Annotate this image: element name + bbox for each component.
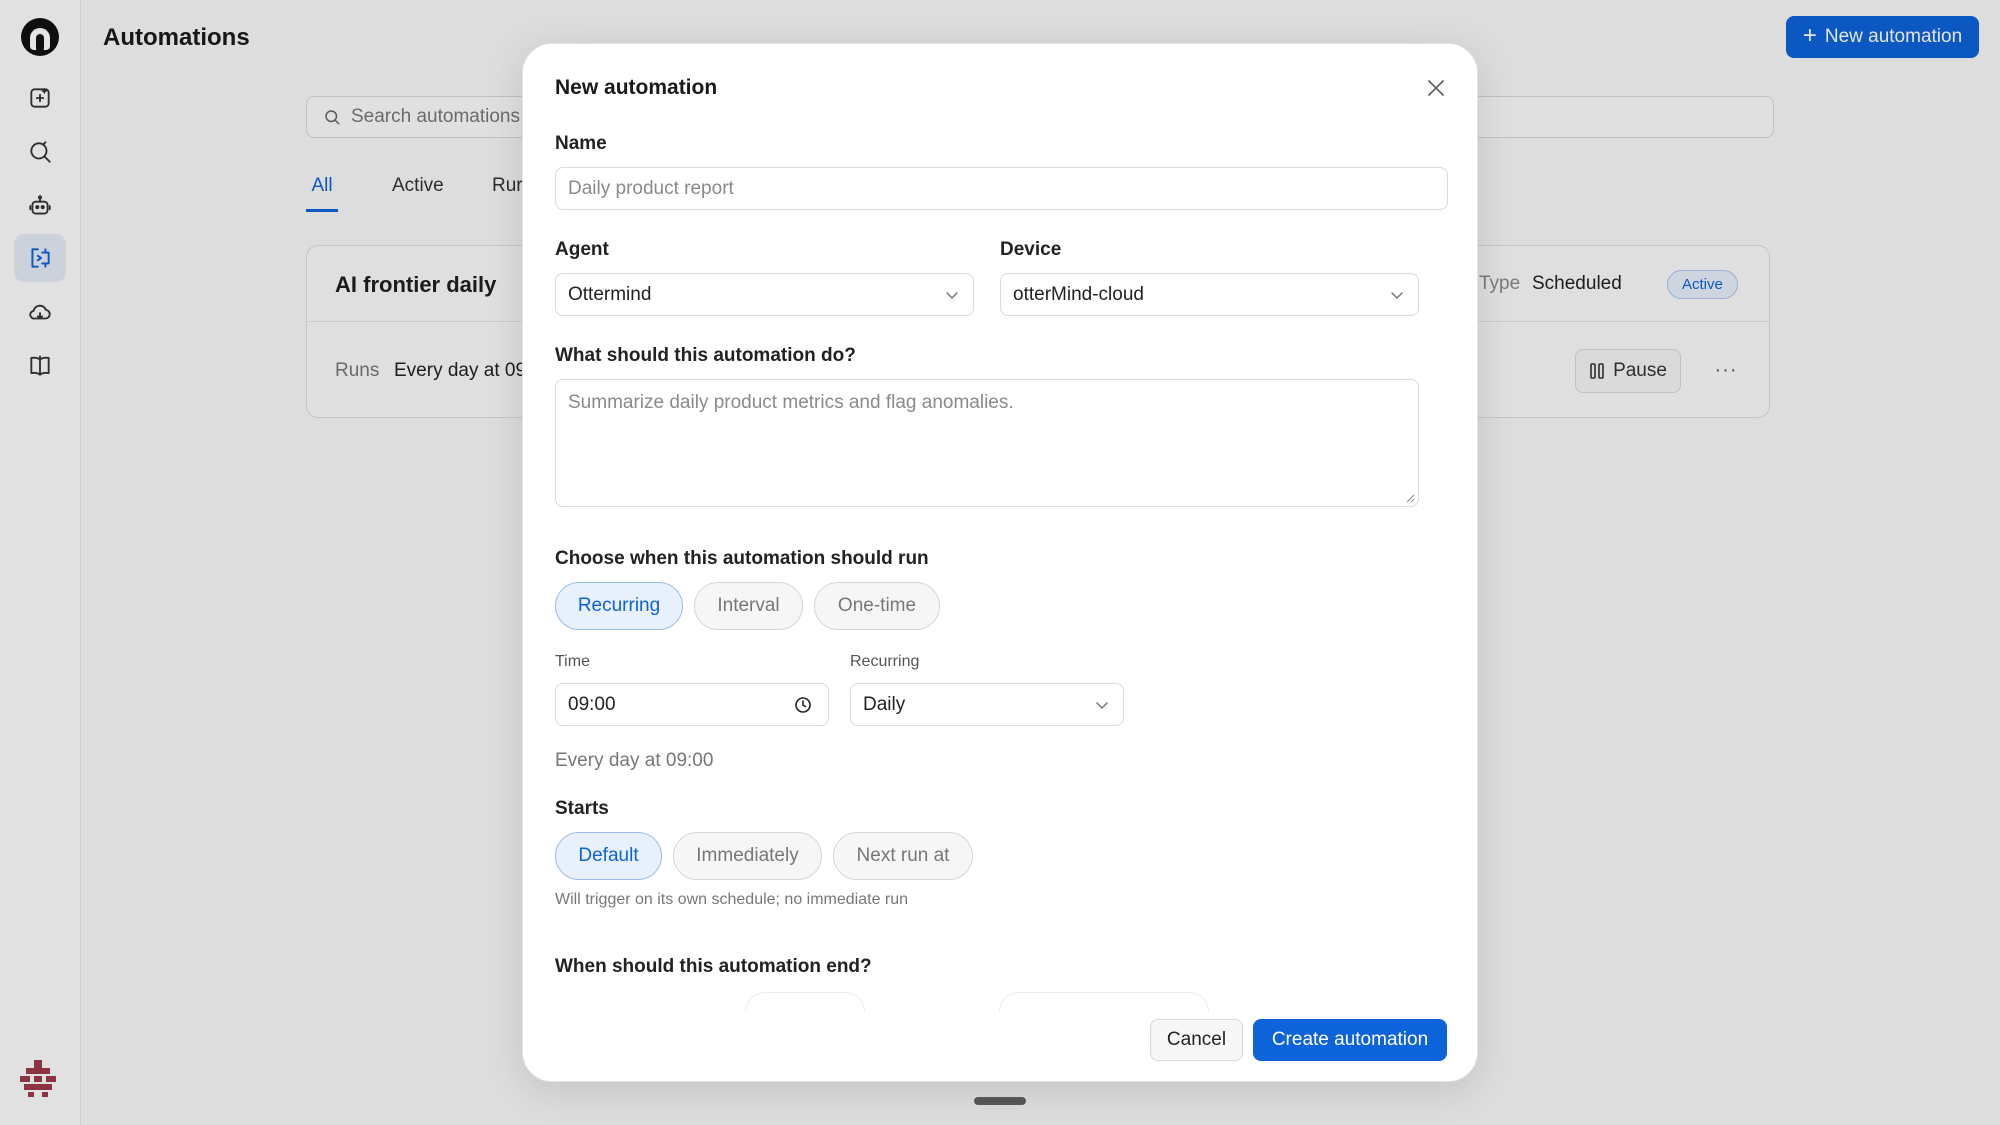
task-label: What should this automation do? [555, 345, 856, 366]
create-automation-button[interactable]: Create automation [1253, 1019, 1447, 1061]
starts-option-immediately[interactable]: Immediately [673, 832, 822, 880]
starts-option-default[interactable]: Default [555, 832, 662, 880]
end-label: When should this automation end? [555, 956, 872, 977]
agent-value: Ottermind [568, 283, 652, 305]
name-placeholder: Daily product report [568, 177, 734, 199]
task-placeholder: Summarize daily product metrics and flag… [568, 392, 1014, 413]
starts-hint: Will trigger on its own schedule; no imm… [555, 891, 909, 908]
resize-handle-icon[interactable] [1405, 493, 1415, 503]
close-icon [1428, 80, 1444, 96]
device-select[interactable]: otterMind-cloud [1000, 273, 1419, 316]
dialog-title: New automation [555, 76, 718, 99]
name-input[interactable]: Daily product report [555, 167, 1448, 210]
schedule-option-recurring[interactable]: Recurring [555, 582, 683, 630]
agent-select[interactable]: Ottermind [555, 273, 974, 316]
time-input[interactable]: 09:00 [555, 683, 829, 726]
home-indicator [974, 1097, 1026, 1105]
cancel-button[interactable]: Cancel [1150, 1019, 1243, 1061]
starts-label: Starts [555, 798, 609, 819]
agent-label: Agent [555, 239, 609, 260]
device-label: Device [1000, 239, 1062, 260]
new-automation-dialog: New automation Name Daily product report… [522, 43, 1478, 1082]
task-textarea[interactable]: Summarize daily product metrics and flag… [555, 379, 1419, 507]
starts-option-next-run-at[interactable]: Next run at [833, 832, 973, 880]
recurring-label: Recurring [850, 653, 920, 670]
name-label: Name [555, 133, 607, 154]
chevron-down-icon [1391, 291, 1403, 299]
recurring-select[interactable]: Daily [850, 683, 1124, 726]
recurring-value: Daily [863, 693, 906, 715]
schedule-option-interval[interactable]: Interval [694, 582, 803, 630]
time-label: Time [555, 653, 590, 670]
time-value: 09:00 [568, 693, 616, 715]
schedule-label: Choose when this automation should run [555, 548, 929, 569]
end-option-partial [745, 992, 865, 1012]
device-value: otterMind-cloud [1013, 283, 1144, 305]
chevron-down-icon [1096, 701, 1108, 709]
schedule-option-one-time[interactable]: One-time [814, 582, 940, 630]
close-button[interactable] [1421, 73, 1451, 103]
clock-icon[interactable] [794, 696, 812, 714]
end-option-partial [999, 992, 1209, 1012]
chevron-down-icon [946, 291, 958, 299]
schedule-summary: Every day at 09:00 [555, 750, 714, 771]
